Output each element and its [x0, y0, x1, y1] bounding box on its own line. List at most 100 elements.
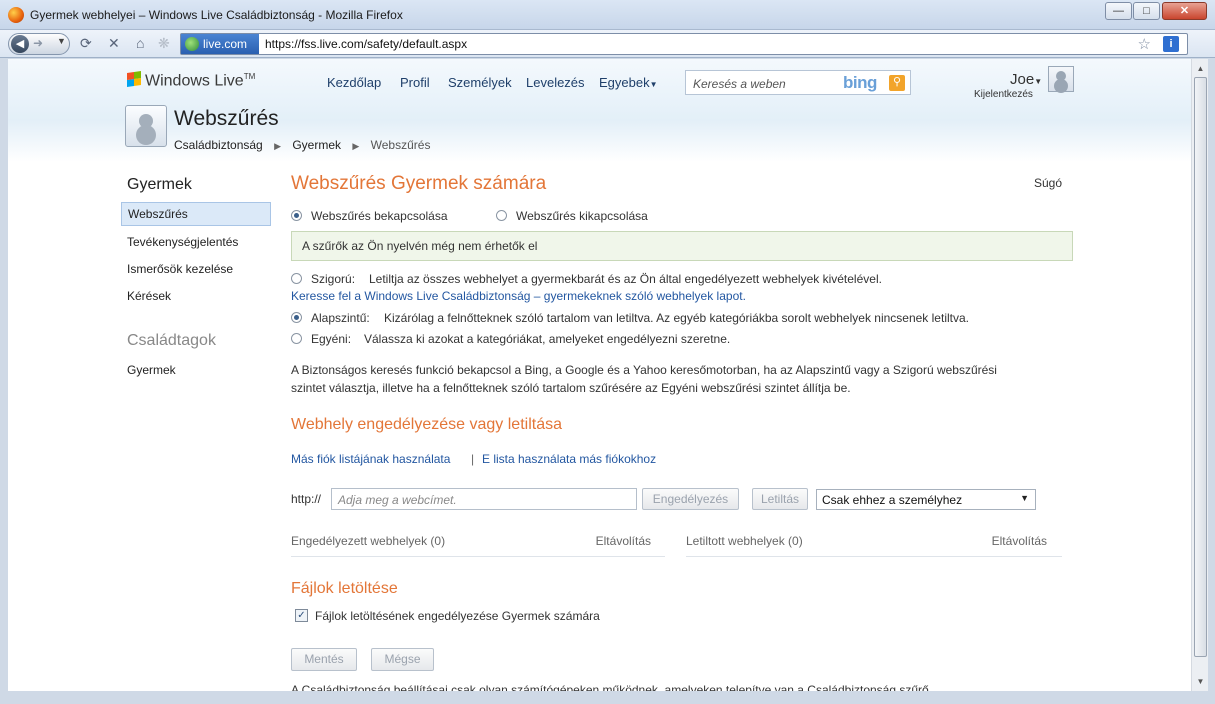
- breadcrumb-separator-icon: ▶: [352, 141, 360, 151]
- url-text[interactable]: https://fss.live.com/safety/default.aspx: [265, 37, 467, 51]
- block-button[interactable]: Letiltás: [752, 488, 808, 510]
- maximize-button[interactable]: □: [1133, 2, 1160, 20]
- level-strict-label[interactable]: Szigorú:: [311, 272, 355, 286]
- sidebar-item-contacts[interactable]: Ismerősök kezelése: [121, 258, 271, 282]
- search-button[interactable]: ⚲: [889, 75, 905, 91]
- scroll-down-icon[interactable]: ▼: [1194, 675, 1207, 688]
- caret-down-icon: ▼: [1034, 77, 1043, 86]
- reload-icon: ⟳: [80, 35, 92, 51]
- close-icon: ✕: [1179, 5, 1190, 17]
- level-basic-desc: Kizárólag a felnőtteknek szóló tartalom …: [384, 311, 969, 325]
- minimize-button[interactable]: —: [1105, 2, 1132, 20]
- blocked-sites-title: Letiltott webhelyek (0): [686, 534, 803, 548]
- level-custom-label[interactable]: Egyéni:: [311, 332, 351, 346]
- nav-more[interactable]: Egyebek▼: [599, 75, 658, 90]
- radio-filter-on[interactable]: [291, 210, 302, 221]
- url-input-placeholder: Adja meg a webcímet.: [338, 493, 457, 507]
- use-other-list-link[interactable]: Más fiók listájának használata: [291, 452, 450, 466]
- bookmark-star-icon[interactable]: ☆: [1138, 35, 1151, 53]
- website-url-input[interactable]: Adja meg a webcímet.: [331, 488, 637, 510]
- section-heading-allow-block: Webhely engedélyezése vagy letiltása: [291, 416, 562, 433]
- help-link[interactable]: Súgó: [1034, 176, 1062, 190]
- bing-logo: bing: [843, 73, 877, 92]
- logo-text: Windows Live: [145, 72, 244, 90]
- cancel-button[interactable]: Mégse: [371, 648, 434, 671]
- web-search-box[interactable]: Keresés a weben bing ⚲: [685, 70, 911, 95]
- share-list-link[interactable]: E lista használata más fiókokhoz: [482, 452, 656, 466]
- site-identity-badge[interactable]: live.com: [181, 34, 259, 54]
- loading-icon: ❋: [158, 35, 170, 51]
- window-title: Gyermek webhelyei – Windows Live Családb…: [30, 8, 403, 22]
- chevron-down-icon: ▼: [1020, 493, 1029, 503]
- back-button[interactable]: ◀: [11, 35, 29, 53]
- checkmark-icon: ✓: [297, 610, 306, 621]
- sidebar-item-member-child[interactable]: Gyermek: [121, 359, 271, 383]
- safesearch-note-line1: A Biztonságos keresés funkció bekapcsol …: [291, 363, 997, 377]
- language-notice: A szűrők az Ön nyelvén még nem érhetők e…: [291, 231, 1073, 261]
- reload-button[interactable]: ⟳: [80, 35, 92, 52]
- sidebar-item-web-filtering[interactable]: Webszűrés: [121, 202, 271, 226]
- radio-filter-off-label[interactable]: Webszűrés kikapcsolása: [516, 209, 648, 223]
- breadcrumb-child[interactable]: Gyermek: [292, 138, 341, 152]
- sidebar-item-requests[interactable]: Kérések: [121, 285, 271, 309]
- window-bottom-border: [0, 691, 1215, 704]
- forward-arrow-icon: ➜: [33, 36, 44, 50]
- scope-select[interactable]: Csak ehhez a személyhez ▼: [816, 489, 1036, 510]
- level-custom-desc: Válassza ki azokat a kategóriákat, amely…: [364, 332, 731, 346]
- breadcrumb-current: Webszűrés: [370, 138, 431, 152]
- radio-level-strict[interactable]: [291, 273, 302, 284]
- sidebar-item-activity-report[interactable]: Tevékenységjelentés: [121, 231, 271, 255]
- home-button[interactable]: ⌂: [136, 35, 144, 51]
- level-basic-label[interactable]: Alapszintű:: [311, 311, 370, 325]
- stop-button[interactable]: ✕: [108, 35, 120, 52]
- kids-sites-link[interactable]: Keresse fel a Windows Live Családbiztons…: [291, 289, 746, 303]
- back-arrow-icon: ◀: [15, 38, 25, 50]
- address-bar[interactable]: live.com https://fss.live.com/safety/def…: [180, 33, 1188, 55]
- scope-select-value: Csak ehhez a személyhez: [822, 493, 963, 507]
- level-strict-desc: Letiltja az összes webhelyet a gyermekba…: [369, 272, 882, 286]
- nav-profile[interactable]: Profil: [400, 75, 430, 90]
- nav-mail[interactable]: Levelezés: [526, 75, 585, 90]
- save-button[interactable]: Mentés: [291, 648, 357, 671]
- radio-filter-off[interactable]: [496, 210, 507, 221]
- allowed-sites-title: Engedélyezett webhelyek (0): [291, 534, 446, 548]
- radio-filter-on-label[interactable]: Webszűrés bekapcsolása: [311, 209, 448, 223]
- vertical-scrollbar[interactable]: ▲ ▼: [1191, 59, 1208, 691]
- firefox-icon: [8, 7, 24, 23]
- home-icon: ⌂: [136, 35, 145, 51]
- site-identity-label: live.com: [203, 37, 248, 51]
- forward-button[interactable]: ➜: [33, 36, 43, 50]
- nav-more-label: Egyebek: [599, 75, 650, 90]
- sidebar-heading-child: Gyermek: [127, 176, 192, 193]
- radio-level-basic[interactable]: [291, 312, 302, 323]
- allowed-remove-link[interactable]: Eltávolítás: [596, 534, 651, 548]
- allow-downloads-checkbox[interactable]: ✓: [295, 609, 308, 622]
- allow-button[interactable]: Engedélyezés: [642, 488, 739, 510]
- nav-people[interactable]: Személyek: [448, 75, 512, 90]
- breadcrumb-family-safety[interactable]: Családbiztonság: [174, 138, 263, 152]
- scrollbar-thumb[interactable]: [1194, 77, 1207, 657]
- globe-icon: [185, 37, 199, 51]
- allow-downloads-label[interactable]: Fájlok letöltésének engedélyezése Gyerme…: [315, 609, 600, 623]
- link-separator: |: [471, 452, 475, 466]
- person-icon: [125, 105, 167, 147]
- section-heading-downloads: Fájlok letöltése: [291, 580, 398, 597]
- info-icon[interactable]: i: [1163, 36, 1179, 52]
- nav-home[interactable]: Kezdőlap: [327, 75, 381, 90]
- windows-live-logo[interactable]: Windows LiveTM: [127, 71, 255, 90]
- signout-link[interactable]: Kijelentkezés: [974, 89, 1033, 100]
- back-forward-group: ◀ ➜ ▼: [8, 33, 70, 55]
- blocked-remove-link[interactable]: Eltávolítás: [992, 534, 1047, 548]
- close-button[interactable]: ✕: [1162, 2, 1207, 20]
- safesearch-note-line2: szintet választja, illetve ha a felnőtte…: [291, 381, 851, 395]
- section-heading-web-filter: Webszűrés Gyermek számára: [291, 173, 547, 194]
- user-menu[interactable]: Joe▼: [1010, 71, 1042, 88]
- radio-level-custom[interactable]: [291, 333, 302, 344]
- scroll-up-icon[interactable]: ▲: [1194, 62, 1207, 75]
- page-viewport: Windows LiveTM Kezdőlap Profil Személyek…: [8, 59, 1191, 691]
- stop-icon: ✕: [108, 35, 120, 51]
- avatar[interactable]: [1048, 66, 1074, 92]
- chevron-down-icon: ▼: [57, 36, 66, 46]
- breadcrumb-separator-icon: ▶: [274, 141, 281, 151]
- history-dropdown-button[interactable]: ▼: [57, 36, 66, 46]
